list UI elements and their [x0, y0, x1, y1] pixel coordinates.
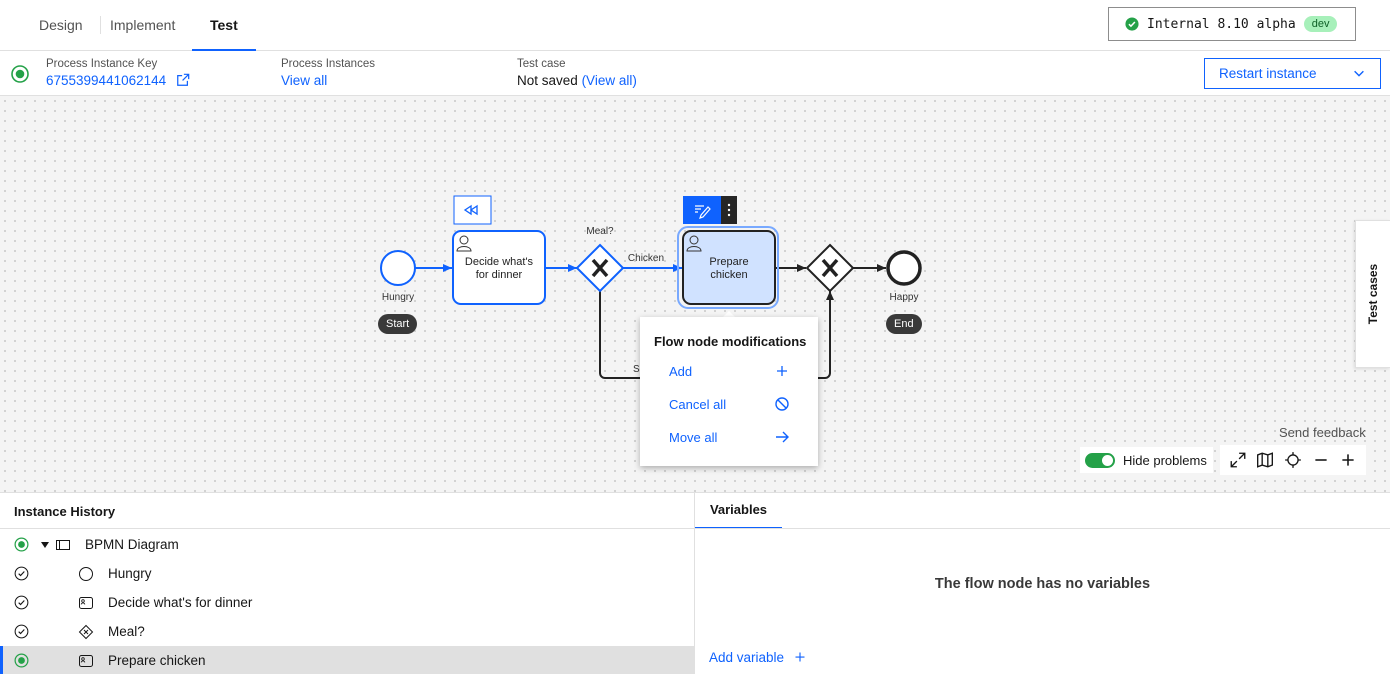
history-label: Meal?	[108, 624, 145, 639]
end-event-label: Happy	[890, 292, 919, 303]
move-all-button[interactable]: Move all	[669, 430, 717, 445]
end-event[interactable]	[886, 250, 922, 286]
variables-panel: Variables The flow node has no variables…	[695, 492, 1390, 674]
process-instances-label: Process Instances	[281, 58, 375, 70]
plus-icon	[795, 652, 805, 662]
test-case-label: Test case	[517, 58, 566, 70]
canvas-zoom-toolbar	[1220, 445, 1366, 475]
plus-icon[interactable]	[774, 363, 790, 379]
task-prepare-line-2: chicken	[710, 269, 747, 281]
process-icon	[56, 540, 70, 550]
instance-header: Process Instance Key 6755399441062144 Pr…	[0, 51, 1390, 96]
flow-node-modifications-popover: Flow node modifications Add Cancel all M…	[640, 317, 818, 466]
history-row-hungry[interactable]: Hungry	[0, 559, 695, 588]
tab-test[interactable]: Test	[192, 0, 256, 51]
add-variable-label: Add variable	[709, 650, 785, 665]
completed-status-icon	[14, 624, 29, 639]
history-label: BPMN Diagram	[85, 537, 179, 552]
caret-down-icon[interactable]	[40, 541, 50, 549]
tab-variables[interactable]: Variables	[695, 493, 782, 529]
tab-implement[interactable]: Implement	[92, 0, 193, 51]
popover-title: Flow node modifications	[654, 334, 807, 349]
instance-history-title: Instance History	[14, 504, 116, 519]
user-task-icon	[79, 655, 93, 667]
test-case-status: Not saved (View all)	[517, 73, 637, 88]
cancel-icon[interactable]	[774, 396, 790, 412]
fullscreen-icon[interactable]	[1229, 451, 1247, 469]
instance-key-label: Process Instance Key	[46, 58, 158, 70]
flow-alternate-label: S	[633, 364, 640, 375]
flow-chicken-label: Chicken	[628, 253, 664, 264]
active-status-icon	[14, 653, 29, 668]
history-row-decide-dinner[interactable]: Decide what's for dinner	[0, 588, 695, 617]
cancel-all-button[interactable]: Cancel all	[669, 397, 726, 412]
external-link-icon	[177, 73, 190, 86]
instance-key-link[interactable]: 6755399441062144	[46, 73, 190, 88]
restart-label: Restart instance	[1219, 66, 1317, 81]
process-instances-view-all[interactable]: View all	[281, 73, 327, 88]
zoom-out-icon[interactable]	[1312, 451, 1330, 469]
modification-marker[interactable]	[453, 195, 492, 225]
history-row-meal[interactable]: Meal?	[0, 617, 695, 646]
history-label: Prepare chicken	[108, 653, 206, 668]
divider	[695, 528, 1390, 529]
zoom-in-icon[interactable]	[1339, 451, 1357, 469]
gateway-meal-label: Meal?	[586, 226, 614, 237]
start-pill: Start	[378, 314, 418, 334]
minimap-icon[interactable]	[1256, 451, 1274, 469]
no-variables-message: The flow node has no variables	[934, 576, 1151, 592]
overflow-menu-icon	[727, 203, 731, 217]
history-label: Hungry	[108, 566, 152, 581]
chevron-down-icon	[1354, 70, 1364, 77]
instance-history-panel: Instance History BPMN Diagram Hungry Dec…	[0, 492, 695, 674]
task-prepare-line-1: Prepare	[709, 256, 748, 268]
end-pill: End	[886, 314, 922, 334]
send-feedback-link[interactable]: Send feedback	[1279, 425, 1366, 440]
task-decide-line-1: Decide what's	[465, 256, 534, 268]
add-modification-button[interactable]: Add	[669, 364, 692, 379]
task-decide-line-2: for dinner	[476, 269, 523, 281]
top-navigation: Design Implement Test Internal 8.10 alph…	[0, 0, 1390, 51]
hide-problems-toggle[interactable]: Hide problems	[1080, 447, 1213, 473]
history-label: Decide what's for dinner	[108, 595, 253, 610]
cluster-name: Internal 8.10 alpha	[1147, 16, 1296, 32]
divider	[0, 528, 695, 529]
instance-status-icon	[11, 65, 29, 83]
cluster-selector[interactable]: Internal 8.10 alpha dev	[1108, 7, 1356, 41]
history-row-prepare-chicken[interactable]: Prepare chicken	[0, 646, 695, 674]
bpmn-canvas[interactable]: Hungry Decide what's for dinner Meal? Ch…	[0, 96, 1390, 492]
start-event-label: Hungry	[382, 292, 414, 303]
history-row-bpmn-diagram[interactable]: BPMN Diagram	[0, 530, 695, 559]
test-case-value: Not saved	[517, 73, 578, 88]
completed-status-icon	[14, 566, 29, 581]
gateway-icon	[78, 624, 94, 640]
completed-status-icon	[14, 595, 29, 610]
start-event[interactable]	[380, 250, 416, 286]
test-case-view-all[interactable]: (View all)	[582, 73, 637, 88]
tab-design[interactable]: Design	[21, 0, 101, 51]
token-modify-button[interactable]	[683, 196, 721, 224]
user-task-icon	[79, 597, 93, 609]
check-circle-icon	[1125, 17, 1139, 31]
active-status-icon	[14, 537, 29, 552]
env-badge: dev	[1303, 16, 1338, 32]
toggle-switch[interactable]	[1085, 452, 1115, 468]
test-cases-panel-toggle[interactable]: Test cases	[1355, 220, 1390, 368]
restart-instance-button[interactable]: Restart instance	[1204, 58, 1381, 89]
arrow-right-icon[interactable]	[774, 429, 790, 445]
hide-problems-label: Hide problems	[1123, 452, 1207, 468]
add-variable-button[interactable]: Add variable	[709, 650, 806, 665]
instance-key-value: 6755399441062144	[46, 73, 167, 88]
start-event-icon	[79, 567, 93, 581]
reset-view-icon[interactable]	[1284, 451, 1302, 469]
test-cases-label: Test cases	[1366, 263, 1380, 325]
